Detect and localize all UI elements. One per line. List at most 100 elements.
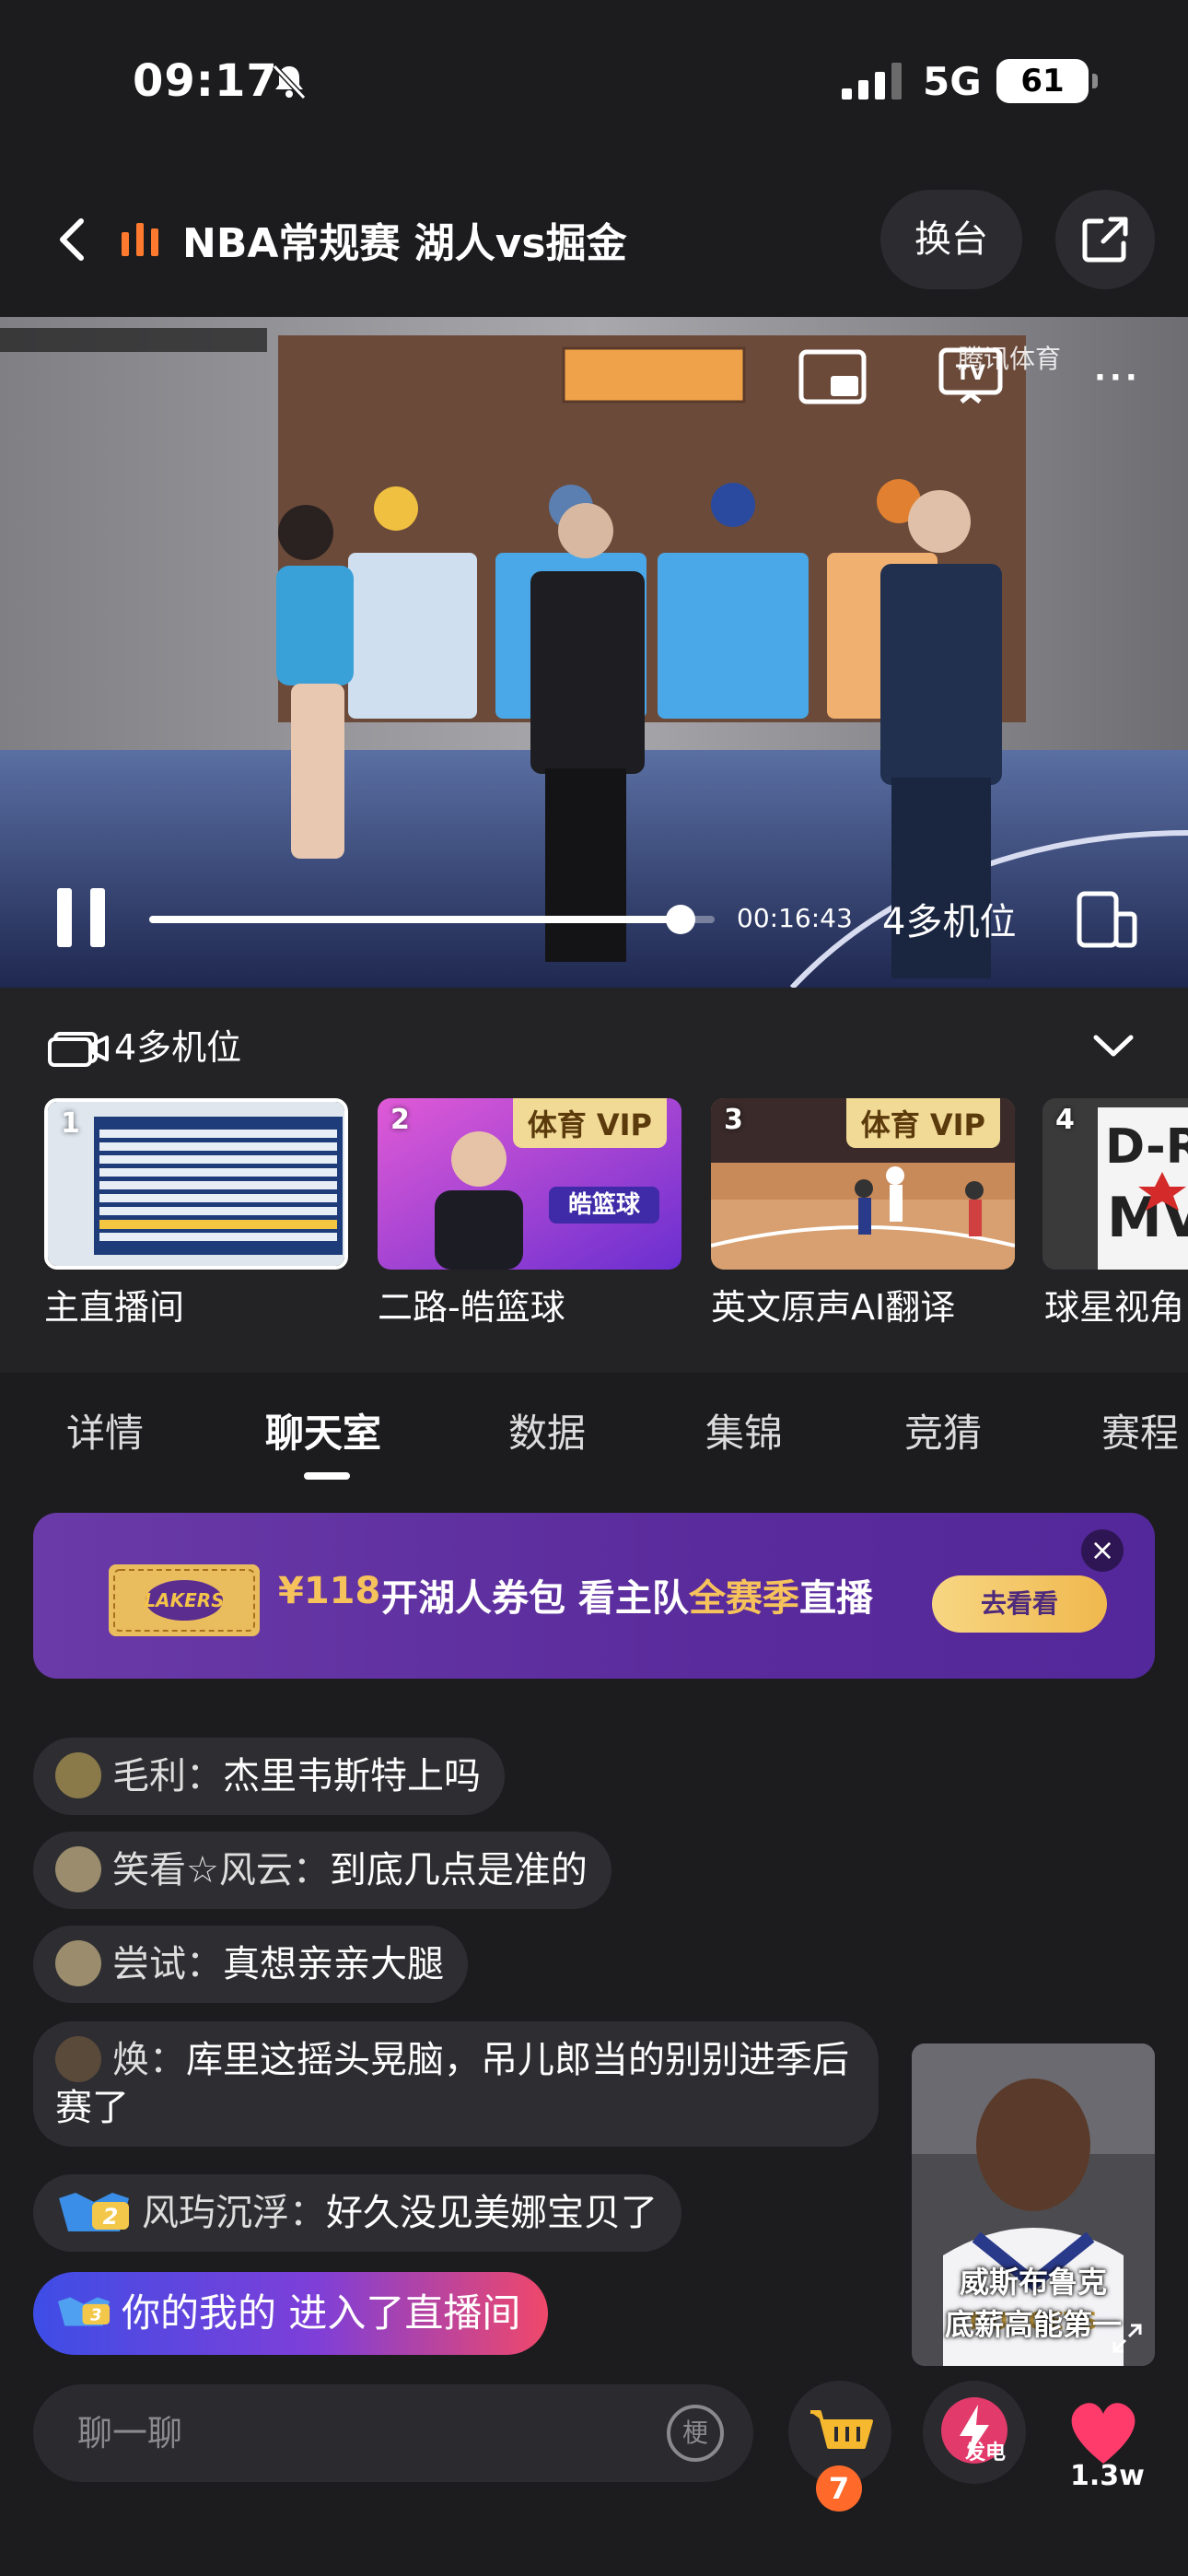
tab-schedule[interactable]: 赛程 <box>1101 1402 1179 1458</box>
chat-message[interactable]: 尝试：真想亲亲大腿 <box>33 1926 468 2003</box>
close-icon[interactable]: × <box>1081 1529 1124 1572</box>
tab-highlights[interactable]: 集锦 <box>705 1402 783 1458</box>
chat-text: 杰里韦斯特上吗 <box>223 1755 481 1797</box>
svg-text:D-R: D-R <box>1105 1119 1188 1175</box>
share-icon <box>1082 217 1128 263</box>
picture-in-picture-icon[interactable] <box>798 348 868 405</box>
camera-name[interactable]: 二路-皓篮球 <box>378 1279 565 1329</box>
enter-room-notice: 3 你的我的 进入了直播间 <box>33 2272 549 2355</box>
cast-tv-icon[interactable]: TV <box>938 345 1004 404</box>
enter-text: 进入了直播间 <box>288 2290 521 2336</box>
cellular-signal-icon <box>842 63 902 100</box>
chevron-down-icon[interactable] <box>1090 1030 1136 1061</box>
promo-text-b: 直播 <box>798 1577 873 1620</box>
more-options-icon[interactable]: ··· <box>1094 359 1141 396</box>
tab-predictions[interactable]: 竞猜 <box>904 1402 982 1458</box>
camera-section: 4多机位 1 皓篮球 2 体育 VIP 3 体育 VIP D-R MV 4 主直… <box>0 988 1188 1373</box>
lightning-icon <box>941 2397 1007 2464</box>
camera-card-2[interactable]: 皓篮球 2 体育 VIP <box>378 1098 681 1270</box>
svg-text:2: 2 <box>103 2204 119 2230</box>
camera-section-title: 4多机位 <box>46 1025 241 1071</box>
promo-price: ¥118 <box>278 1570 381 1612</box>
power-button[interactable]: 发电 <box>923 2381 1026 2484</box>
chat-username: 尝试 <box>112 1943 186 1985</box>
avatar <box>55 2036 101 2082</box>
chat-text: 好久没见美娜宝贝了 <box>326 2192 658 2234</box>
live-bars-icon <box>122 223 162 256</box>
avatar <box>55 1846 101 1892</box>
status-time: 09:17 <box>133 55 278 107</box>
svg-text:LAKERS: LAKERS <box>144 1589 224 1611</box>
chat-separator: ： <box>186 1755 223 1797</box>
chat-message[interactable]: 毛利：杰里韦斯特上吗 <box>33 1738 505 1815</box>
video-player[interactable]: 腾讯体育 TV ··· 00:16:43 4多机位 <box>0 317 1188 988</box>
chat-username: 风玙沉浮 <box>142 2192 289 2234</box>
camera-number: 1 <box>61 1107 80 1140</box>
multi-camera-button[interactable]: 4多机位 <box>882 892 1016 945</box>
cart-count-badge: 7 <box>816 2465 862 2512</box>
svg-text:3: 3 <box>90 2307 101 2325</box>
lakers-ticket-icon: LAKERS <box>109 1564 260 1636</box>
chat-message[interactable]: 焕：库里这摇头晃脑，吊儿郎当的别别进季后赛了 <box>33 2021 879 2147</box>
expand-icon[interactable] <box>1109 2320 1146 2357</box>
promo-banner[interactable]: LAKERS ¥118 开湖人券包 看主队全赛季直播 去看看 × <box>33 1513 1155 1679</box>
svg-text:MV: MV <box>1107 1186 1188 1250</box>
chat-separator: ： <box>292 1849 330 1891</box>
meme-button[interactable]: 梗 <box>667 2405 724 2462</box>
chat-input[interactable] <box>77 2406 630 2460</box>
progress-fill <box>149 916 681 923</box>
chat-username: 毛利 <box>112 1755 186 1797</box>
multi-camera-icon <box>48 1032 109 1067</box>
camera-thumbnail <box>48 1102 344 1266</box>
camera-number: 4 <box>1055 1104 1075 1136</box>
switch-channel-button[interactable]: 换台 <box>880 190 1022 289</box>
promo-text-a: 开湖人券包 看主队 <box>381 1577 689 1620</box>
vip-level-icon: 3 <box>57 2297 111 2326</box>
camera-number: 2 <box>390 1104 410 1136</box>
tab-stats[interactable]: 数据 <box>508 1402 586 1458</box>
elapsed-time: 00:16:43 <box>737 903 853 933</box>
rotate-screen-icon[interactable] <box>1076 886 1138 951</box>
avatar <box>55 1752 101 1798</box>
camera-name[interactable]: 主直播间 <box>44 1279 184 1329</box>
progress-bar[interactable] <box>149 905 715 934</box>
tab-details[interactable]: 详情 <box>66 1402 144 1458</box>
chat-input-box[interactable]: 梗 <box>33 2384 753 2482</box>
camera-name[interactable]: 球星视角 <box>1044 1279 1184 1329</box>
camera-card-4[interactable]: D-R MV 4 <box>1042 1098 1188 1270</box>
camera-number: 3 <box>724 1104 743 1136</box>
video-frame <box>0 317 1188 988</box>
floating-video-ad[interactable]: NUGGETS 威斯布鲁克 底薪高能第一 <box>912 2043 1155 2366</box>
camera-card-1[interactable]: 1 <box>44 1098 348 1270</box>
svg-text:TV: TV <box>956 362 985 385</box>
chat-message[interactable]: 笑看☆风云：到底几点是准的 <box>33 1832 611 1909</box>
share-button[interactable] <box>1055 190 1155 289</box>
avatar <box>55 1940 101 1986</box>
header: NBA常规赛 湖人vs掘金 换台 <box>0 184 1188 295</box>
camera-card-3[interactable]: 3 体育 VIP <box>711 1098 1015 1270</box>
tab-chatroom[interactable]: 聊天室 <box>265 1402 381 1458</box>
chat-username: 焕 <box>112 2039 149 2081</box>
camera-section-label: 4多机位 <box>114 1027 242 1068</box>
chat-message[interactable]: 2 风玙沉浮：好久没见美娜宝贝了 <box>33 2174 681 2252</box>
active-tab-indicator <box>304 1472 350 1480</box>
tab-bar: 详情 聊天室 数据 集锦 竞猜 赛程 <box>0 1376 1188 1487</box>
status-bar: 09:17 5G 61 <box>0 0 1188 166</box>
chat-separator: ： <box>186 1943 223 1985</box>
back-chevron-icon[interactable] <box>48 212 99 267</box>
enter-user: 你的我的 <box>122 2290 277 2336</box>
shop-cart-button[interactable]: 7 <box>788 2381 891 2512</box>
ad-caption-line1: 威斯布鲁克 <box>959 2265 1107 2300</box>
pause-button[interactable] <box>53 888 109 947</box>
promo-text: 开湖人券包 看主队全赛季直播 <box>381 1568 873 1622</box>
power-label: 发电 <box>965 2441 1007 2465</box>
svg-text:皓篮球: 皓篮球 <box>568 1190 641 1219</box>
vip-badge: 体育 VIP <box>845 1098 1000 1148</box>
progress-knob[interactable] <box>666 905 696 934</box>
chat-separator: ： <box>289 2192 326 2234</box>
camera-name[interactable]: 英文原声AI翻译 <box>711 1279 955 1329</box>
promo-cta-button[interactable]: 去看看 <box>932 1575 1107 1633</box>
page-title: NBA常规赛 湖人vs掘金 <box>182 220 627 267</box>
network-type: 5G <box>923 59 982 104</box>
chat-username: 笑看☆风云 <box>112 1849 293 1891</box>
